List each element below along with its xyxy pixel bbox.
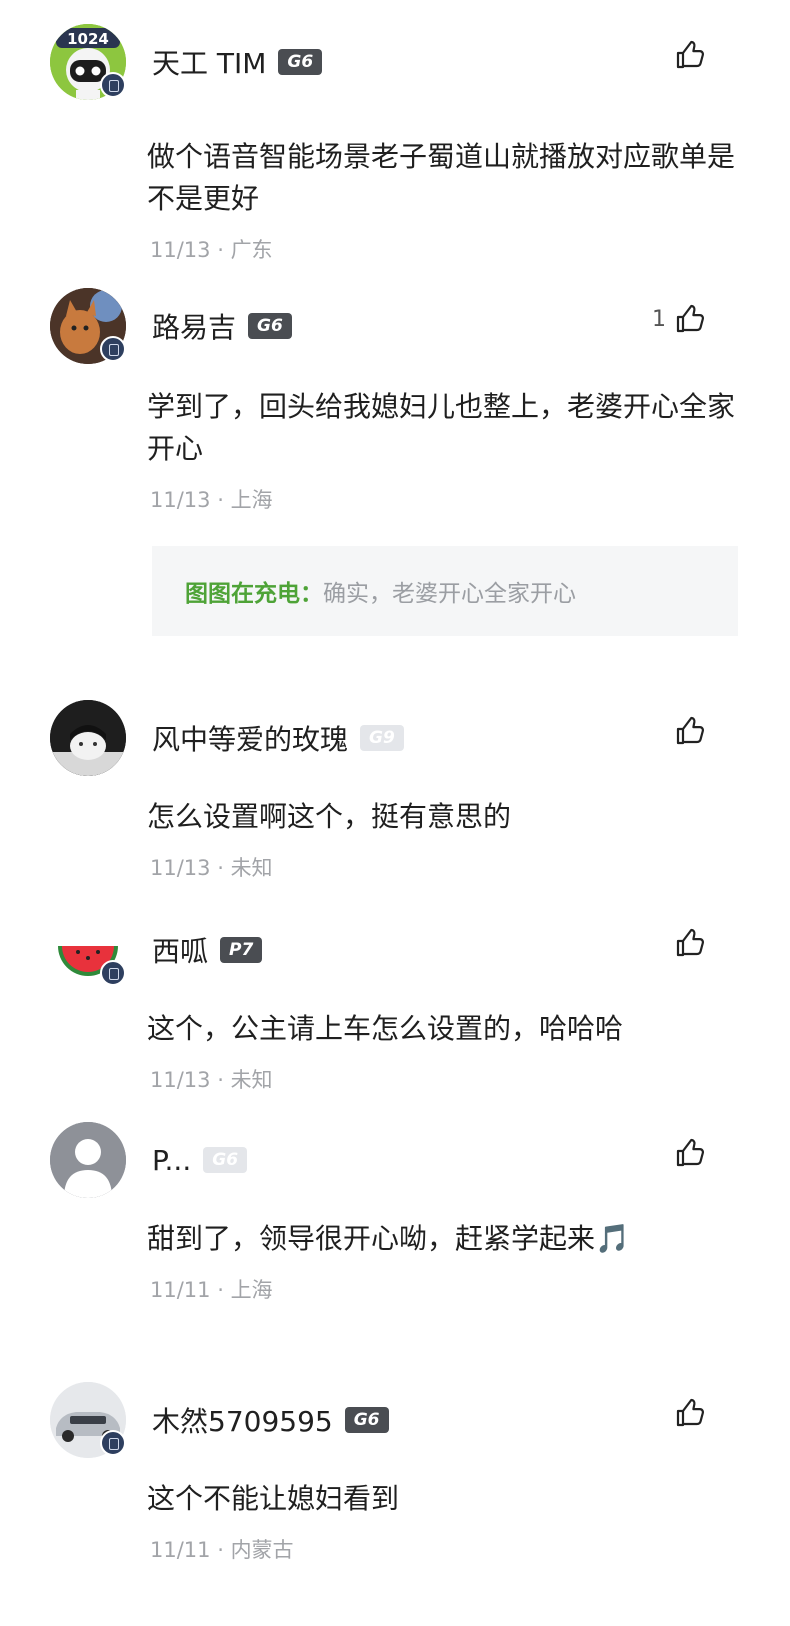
comment-location: 广东 xyxy=(230,238,273,262)
comment-text: 这个不能让媳妇看到 xyxy=(147,1482,400,1515)
cat-avatar-icon xyxy=(50,700,126,776)
comment-date: 11/13 xyxy=(150,238,211,262)
avatar[interactable] xyxy=(50,912,126,988)
comment-date: 11/11 xyxy=(150,1538,211,1562)
thumbs-up-icon xyxy=(676,304,704,333)
level-badge: G6 xyxy=(248,313,292,339)
comment-meta: 11/13 · 上海 xyxy=(150,488,273,512)
avatar[interactable] xyxy=(50,1122,126,1198)
comment-date: 11/13 xyxy=(150,1068,211,1092)
like-button[interactable] xyxy=(666,714,706,748)
like-button[interactable] xyxy=(666,1396,706,1430)
comment-date: 11/13 xyxy=(150,856,211,880)
username[interactable]: 木然5709595 xyxy=(152,1400,333,1440)
reply-preview[interactable]: 图图在充电： 确实，老婆开心全家开心 xyxy=(152,546,738,636)
username[interactable]: P... xyxy=(152,1144,191,1177)
certification-icon xyxy=(100,72,126,98)
comment-meta: 11/13 · 未知 xyxy=(150,1068,273,1092)
svg-text:1024: 1024 xyxy=(67,30,109,48)
certification-icon xyxy=(100,336,126,362)
reply-author[interactable]: 图图在充电： xyxy=(185,574,323,608)
level-badge: G9 xyxy=(360,725,404,751)
comment-location: 上海 xyxy=(230,488,273,512)
comment-date: 11/13 xyxy=(150,488,211,512)
comment-text: 学到了，回头给我媳妇儿也整上，老婆开心全家开心 xyxy=(147,390,736,465)
avatar[interactable] xyxy=(50,700,126,776)
comment-text: 做个语音智能场景老子蜀道山就播放对应歌单是不是更好 xyxy=(147,140,736,215)
thumbs-up-icon xyxy=(676,716,704,745)
thumbs-up-icon xyxy=(676,40,704,69)
like-count: 1 xyxy=(652,306,666,332)
like-button[interactable]: 1 xyxy=(652,302,706,336)
avatar[interactable] xyxy=(50,1382,126,1458)
comment-location: 未知 xyxy=(230,1068,273,1092)
comment-location: 内蒙古 xyxy=(230,1538,294,1562)
like-button[interactable] xyxy=(666,926,706,960)
default-avatar-icon xyxy=(50,1122,126,1198)
thumbs-up-icon xyxy=(676,1138,704,1167)
level-badge: G6 xyxy=(278,49,323,75)
avatar[interactable] xyxy=(50,288,126,364)
avatar[interactable]: 1024 xyxy=(50,24,126,100)
reply-text: 确实，老婆开心全家开心 xyxy=(323,581,576,607)
comment-location: 上海 xyxy=(230,1278,273,1302)
comment-meta: 11/13 · 未知 xyxy=(150,856,273,880)
comment-date: 11/11 xyxy=(150,1278,211,1302)
like-button[interactable] xyxy=(666,1136,706,1170)
comment-meta: 11/13 · 广东 xyxy=(150,238,273,262)
username[interactable]: 风中等爱的玫瑰 xyxy=(152,718,348,758)
level-badge: G6 xyxy=(344,1407,389,1433)
thumbs-up-icon xyxy=(676,928,704,957)
comment-text: 怎么设置啊这个，挺有意思的 xyxy=(147,800,512,833)
comment-text: 甜到了，领导很开心呦，赶紧学起来🎵 xyxy=(147,1222,630,1255)
comment-text: 这个，公主请上车怎么设置的，哈哈哈 xyxy=(147,1012,624,1045)
level-badge: P7 xyxy=(220,937,263,963)
certification-icon xyxy=(100,960,126,986)
username[interactable]: 西呱 xyxy=(152,930,208,970)
certification-icon xyxy=(100,1430,126,1456)
comment-meta: 11/11 · 上海 xyxy=(150,1278,273,1302)
username[interactable]: 天工 TIM xyxy=(152,42,266,82)
thumbs-up-icon xyxy=(676,1398,704,1427)
like-button[interactable] xyxy=(666,38,706,72)
comment-location: 未知 xyxy=(230,856,273,880)
username[interactable]: 路易吉 xyxy=(152,306,236,346)
level-badge: G6 xyxy=(203,1147,248,1173)
comment-meta: 11/11 · 内蒙古 xyxy=(150,1538,294,1562)
